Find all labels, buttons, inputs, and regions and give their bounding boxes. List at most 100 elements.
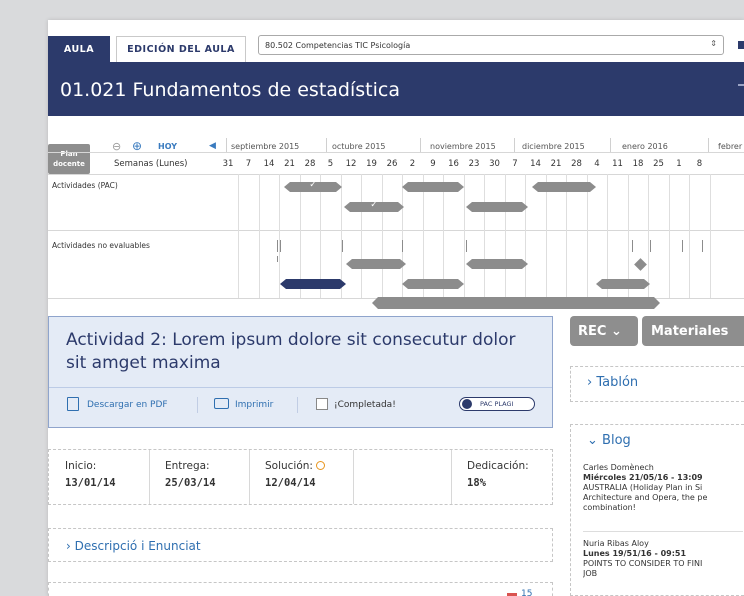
month-label: febrer [718,142,743,151]
rec-button[interactable]: REC ⌄ [570,316,638,346]
week-number: 4 [594,159,600,169]
activity-bar-current[interactable] [280,279,346,289]
pac-bar[interactable]: ✓ [284,182,342,192]
title-band: 01.021 Fundamentos de estadística [48,62,744,116]
pac-plagi-label: PAC PLAGI [480,400,514,408]
activity-bar[interactable] [346,259,406,269]
week-gridline [545,174,547,298]
inicio-value: 13/01/14 [65,477,116,489]
week-gridline [689,174,691,298]
week-gridline [566,174,568,298]
month-divider [226,138,227,152]
week-number: 23 [468,159,480,169]
month-divider [708,138,709,152]
course-select-value: 80.502 Competencias TIC Psicología [265,40,411,50]
row-label-pac: Actividades (PAC) [52,181,118,190]
blog-post[interactable]: Carles Domènech Miércoles 21/05/16 - 13:… [583,463,744,513]
activity-bar[interactable] [402,279,464,289]
menu-square-icon[interactable] [738,41,744,49]
dedicacion-label: Dedicación: [467,460,529,472]
materiales-button[interactable]: Materiales [642,316,744,346]
dedicacion-group: Dedicación: 18% [467,460,529,489]
blog-text-line: POINTS TO CONSIDER TO FINI [583,559,703,568]
description-toggle[interactable]: › Descripció i Enunciat [66,539,201,553]
print-link[interactable]: Imprimir [235,400,273,410]
month-label: noviembre 2015 [430,142,496,151]
page: AULA EDICIÓN DEL AULA 80.502 Competencia… [48,20,744,596]
week-gridline [504,174,506,298]
divider [49,387,552,388]
course-select[interactable]: 80.502 Competencias TIC Psicología ⇕ [258,35,724,55]
blog-text-line: JOB [583,569,598,578]
entrega-group: Entrega: 25/03/14 [165,460,216,489]
solucion-label: Solución: [265,460,313,472]
pac-bar[interactable]: ✓ [344,202,404,212]
timeline-rule [48,174,744,175]
tab-edicion-del-aula[interactable]: EDICIÓN DEL AULA [116,36,246,62]
pac-bar[interactable] [402,182,464,192]
week-number: 26 [386,159,398,169]
printer-icon[interactable] [214,398,229,409]
week-gridline [258,174,260,298]
entrega-value: 25/03/14 [165,477,216,489]
week-gridline [463,174,465,298]
week-number: 28 [304,159,316,169]
week-number: 7 [512,159,518,169]
marker-tick [402,240,403,252]
marker-tick [650,240,651,252]
week-gridline [484,174,486,298]
week-gridline [648,174,650,298]
divider [353,450,354,504]
solucion-group: Solución: 12/04/14 [265,460,326,489]
blog-post[interactable]: Nuria Ribas Aloy Lunes 19/51/16 - 09:51 … [583,539,744,579]
activity-bar[interactable] [372,297,660,309]
week-number: 5 [327,159,334,169]
week-number: 18 [632,159,644,169]
tablon-panel[interactable]: › Tablón [570,366,744,402]
pdf-icon[interactable] [67,397,79,411]
month-divider [420,138,421,152]
pac-bar[interactable] [532,182,596,192]
planning-timeline: Plan docente ⊖ ⊕ HOY ◀ septiembre 2015 o… [48,138,744,298]
divider [583,531,743,532]
inicio-label: Inicio: [65,460,97,472]
search-icon [462,399,472,409]
solucion-label-row: Solución: [265,460,326,472]
previous-arrow-icon[interactable]: ◀ [209,141,216,151]
solucion-value: 12/04/14 [265,477,316,489]
plan-docente-button[interactable]: Plan docente [48,144,90,174]
divider [149,450,150,504]
completed-checkbox[interactable] [316,398,328,410]
download-pdf-link[interactable]: Descargar en PDF [87,400,168,410]
pac-plagi-button[interactable]: PAC PLAGI [459,397,535,411]
today-button[interactable]: HOY [158,142,177,151]
week-gridline [668,174,670,298]
divider [297,397,298,413]
rec-label: REC [578,323,607,339]
week-number: 14 [263,159,275,169]
week-number: 9 [430,159,436,169]
tab-aula[interactable]: AULA [48,36,110,62]
month-label: octubre 2015 [332,142,386,151]
dedicacion-value: 18% [467,477,486,489]
docente-label: docente [53,160,85,168]
month-divider [610,138,611,152]
blog-title[interactable]: ⌄ Blog [587,433,631,448]
page-title: 01.021 Fundamentos de estadística [60,79,400,101]
month-divider [326,138,327,152]
activity-bar[interactable] [466,259,528,269]
zoom-in-icon[interactable]: ⊕ [132,139,142,153]
week-number: 31 [222,159,234,169]
activity-bar[interactable] [596,279,650,289]
blog-date: Miércoles 21/05/16 - 13:09 [583,473,703,482]
row-label-no-evaluables: Actividades no evaluables [52,241,150,250]
collapse-arrow-icon[interactable] [738,84,744,86]
week-number: 11 [612,159,623,169]
milestone-diamond[interactable] [634,258,647,271]
activity-title: Actividad 2: Lorem ipsum dolore sit cons… [66,330,516,373]
week-gridline [238,174,240,298]
tablon-title[interactable]: › Tablón [587,375,638,390]
plan-label: Plan [60,150,78,158]
pac-bar[interactable] [466,202,528,212]
description-section[interactable]: › Descripció i Enunciat [48,528,553,562]
